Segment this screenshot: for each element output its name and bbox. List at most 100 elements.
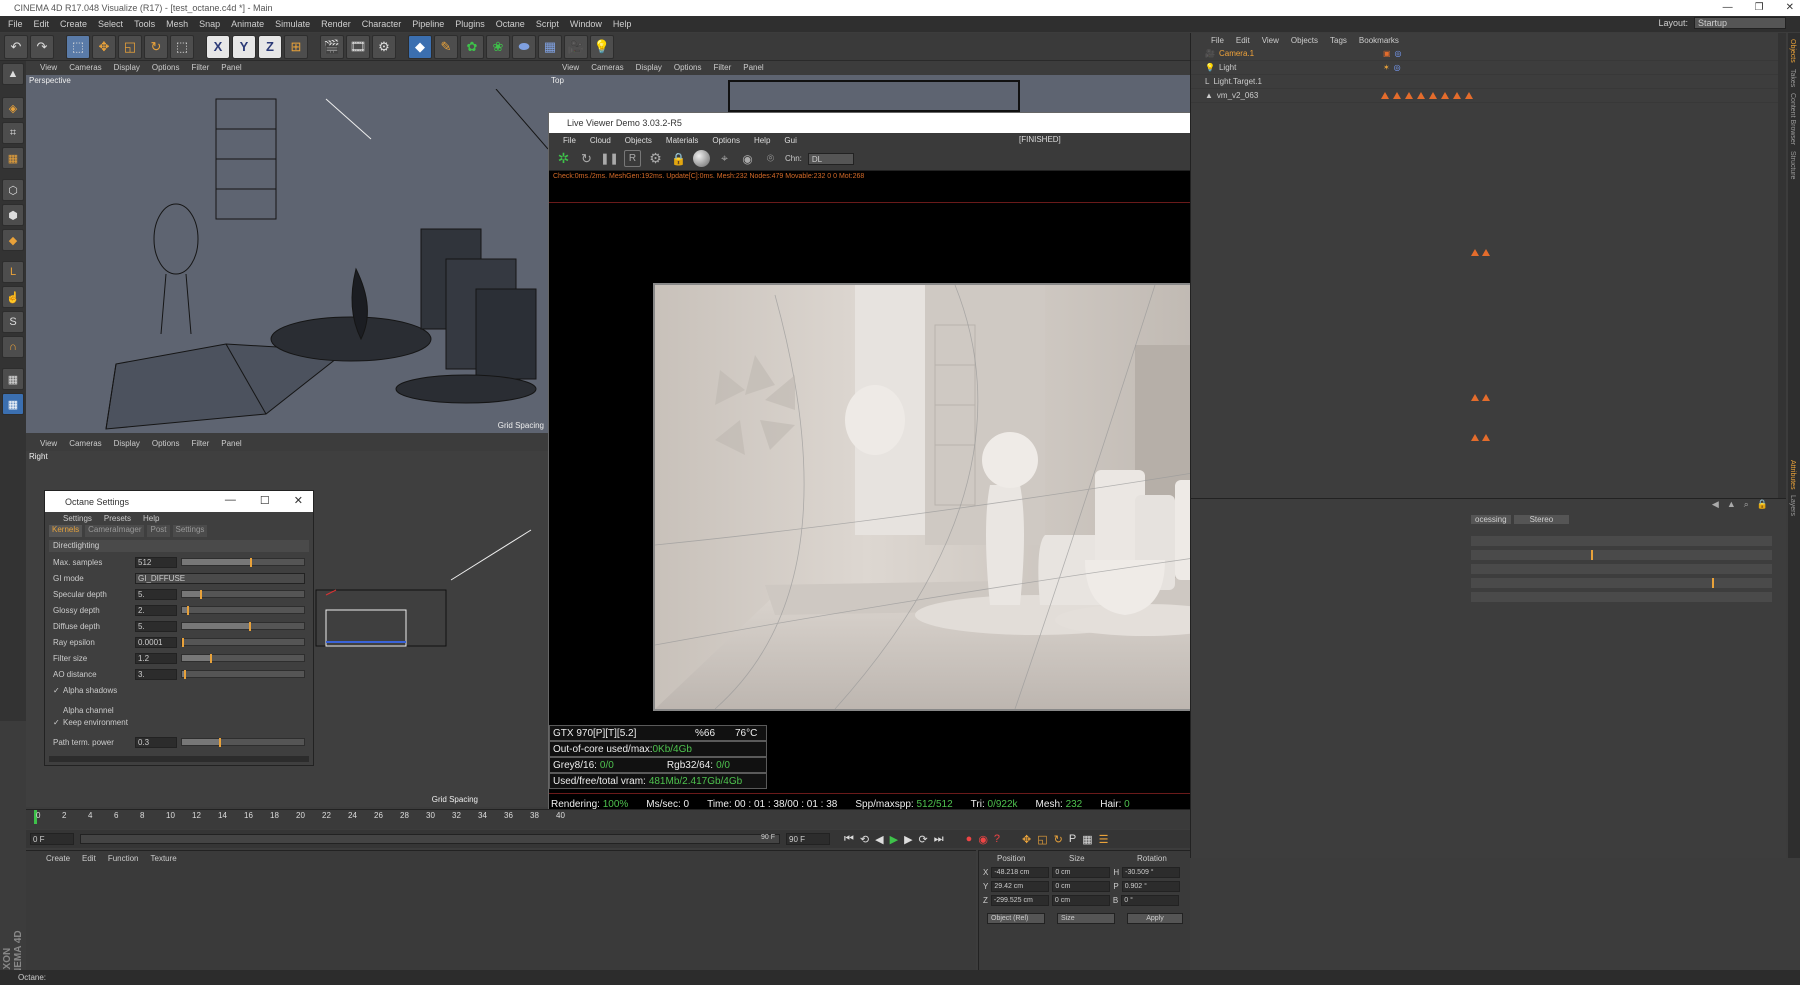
oct-menu-settings[interactable]: Settings [63, 514, 92, 523]
snap-icon[interactable]: S [2, 311, 24, 333]
size-field[interactable]: 0 cm [1052, 880, 1111, 892]
live-selection-icon[interactable]: ⬚ [66, 34, 90, 59]
render-view-icon[interactable]: 🎬 [320, 34, 344, 59]
material-tag-icon[interactable] [1471, 434, 1479, 441]
prev-key-icon[interactable]: ⟲ [860, 833, 869, 846]
param-slider[interactable] [181, 558, 305, 567]
lv-menu-gui[interactable]: Gui [784, 136, 796, 145]
param-value-field[interactable]: 0.0001 [135, 636, 177, 648]
attr-field[interactable] [1471, 592, 1772, 602]
menu-select[interactable]: Select [98, 19, 123, 29]
mm-menu-create[interactable]: Create [46, 854, 70, 863]
param-value-field[interactable]: 512 [135, 556, 177, 568]
slider-knob[interactable] [210, 654, 213, 663]
attr-slider[interactable] [1471, 550, 1772, 560]
vp3-menu-filter[interactable]: Filter [191, 439, 209, 448]
menu-render[interactable]: Render [321, 19, 351, 29]
size-field[interactable]: 0 cm [1051, 894, 1110, 906]
focus-picker-icon[interactable]: ⌖ [716, 150, 733, 167]
pick-object-icon[interactable]: ⌾ [762, 150, 779, 167]
slider-knob[interactable] [182, 638, 184, 647]
tab-stereo[interactable]: Stereo [1513, 515, 1570, 524]
object-row-vm[interactable]: ▲ vm_v2_063 [1191, 89, 1786, 103]
dock-tab-objects[interactable]: Objects [1789, 39, 1796, 63]
material-tag-icon[interactable] [1440, 92, 1449, 99]
oct-menu-help[interactable]: Help [143, 514, 159, 523]
slider-knob[interactable] [1711, 578, 1714, 588]
oct-maximize-icon[interactable]: ☐ [260, 494, 270, 507]
param-value-field[interactable]: 5. [135, 588, 177, 600]
oct-close-icon[interactable]: ✕ [294, 494, 303, 507]
vp-menu-panel[interactable]: Panel [221, 63, 241, 72]
x-axis-icon[interactable]: X [206, 34, 230, 59]
tab-post[interactable]: Post [147, 525, 170, 537]
oct-hscrollbar[interactable] [49, 756, 309, 762]
param-key-icon[interactable]: P [1069, 833, 1076, 846]
menu-character[interactable]: Character [362, 19, 402, 29]
slider-knob[interactable] [186, 606, 189, 615]
up-arrow-icon[interactable]: ▲ [1727, 499, 1736, 513]
param-slider[interactable] [181, 670, 305, 679]
cloner-icon[interactable]: ❀ [486, 34, 510, 59]
rotation-field[interactable]: 0.902 ° [1121, 880, 1180, 892]
rotation-key-icon[interactable]: ↻ [1054, 833, 1063, 846]
object-row-camera[interactable]: 🎥 Camera.1 ▣ ◎ [1191, 47, 1786, 61]
path-term-power-field[interactable]: 0.3 [135, 736, 177, 748]
lv-menu-cloud[interactable]: Cloud [590, 136, 611, 145]
param-slider[interactable] [181, 606, 305, 615]
menu-snap[interactable]: Snap [199, 19, 220, 29]
attr-field[interactable] [1471, 536, 1772, 546]
edges-mode-icon[interactable]: ⬢ [2, 204, 24, 226]
workplane-icon[interactable]: ▦ [2, 147, 24, 169]
material-tag-icon[interactable] [1380, 92, 1389, 99]
vp2-menu-cameras[interactable]: Cameras [591, 63, 623, 72]
param-slider[interactable] [181, 638, 305, 647]
minimize-icon[interactable]: — [1723, 0, 1733, 16]
vp-menu-options[interactable]: Options [152, 63, 180, 72]
light-tag-icon[interactable]: ✶ [1383, 63, 1390, 72]
timeline-menu-icon[interactable]: ☰ [1099, 833, 1109, 846]
deformer-icon[interactable]: ⬬ [512, 34, 536, 59]
menu-tools[interactable]: Tools [134, 19, 155, 29]
coord-mode-dropdown[interactable]: Object (Rel) [987, 912, 1045, 924]
scale-key-icon[interactable]: ◱ [1037, 833, 1047, 846]
vp-menu-view[interactable]: View [40, 63, 57, 72]
settings-gear-icon[interactable]: ⚙ [647, 150, 664, 167]
record-icon[interactable]: ● [966, 833, 973, 846]
path-term-power-slider[interactable] [181, 738, 305, 747]
model-mode-icon[interactable]: ◈ [2, 97, 24, 119]
floor-icon[interactable]: ▦ [538, 34, 562, 59]
vp3-menu-display[interactable]: Display [114, 439, 140, 448]
slider-knob[interactable] [250, 558, 253, 567]
attr-field[interactable] [1471, 564, 1772, 574]
grid-icon[interactable]: ▦ [2, 393, 24, 415]
subdivision-icon[interactable]: ✿ [460, 34, 484, 59]
param-slider[interactable] [181, 654, 305, 663]
restore-icon[interactable]: ❐ [1755, 0, 1764, 16]
om-menu-tags[interactable]: Tags [1330, 36, 1347, 45]
magnet-icon[interactable]: ∩ [2, 336, 24, 358]
octane-logo-icon[interactable]: ✲ [555, 150, 572, 167]
tab-settings[interactable]: Settings [172, 525, 208, 537]
position-field[interactable]: -299.525 cm [990, 894, 1049, 906]
object-row-light-target[interactable]: L Light.Target.1 [1191, 75, 1786, 89]
undo-icon[interactable]: ↶ [4, 34, 28, 59]
menu-help[interactable]: Help [613, 19, 632, 29]
workplane-lock-icon[interactable]: ▦ [2, 368, 24, 390]
search-icon[interactable]: ⌕ [1744, 499, 1749, 513]
tweak-icon[interactable]: ☝ [2, 286, 24, 308]
rotate-icon[interactable]: ↻ [144, 34, 168, 59]
vp2-menu-options[interactable]: Options [674, 63, 702, 72]
param-value-field[interactable]: 1.2 [135, 652, 177, 664]
dock-tab-attributes[interactable]: Attributes [1789, 460, 1796, 490]
pause-icon[interactable]: ❚❚ [600, 150, 619, 167]
menu-script[interactable]: Script [536, 19, 559, 29]
rotation-field[interactable]: 0 ° [1121, 894, 1180, 906]
octane-tag-icon[interactable]: ▣ [1383, 49, 1391, 58]
menu-simulate[interactable]: Simulate [275, 19, 310, 29]
z-axis-icon[interactable]: Z [258, 34, 282, 59]
position-field[interactable]: -48.218 cm [991, 866, 1050, 878]
menu-file[interactable]: File [8, 19, 23, 29]
om-scrollbar[interactable] [1778, 33, 1786, 498]
channel-dropdown[interactable]: DL [807, 152, 854, 165]
